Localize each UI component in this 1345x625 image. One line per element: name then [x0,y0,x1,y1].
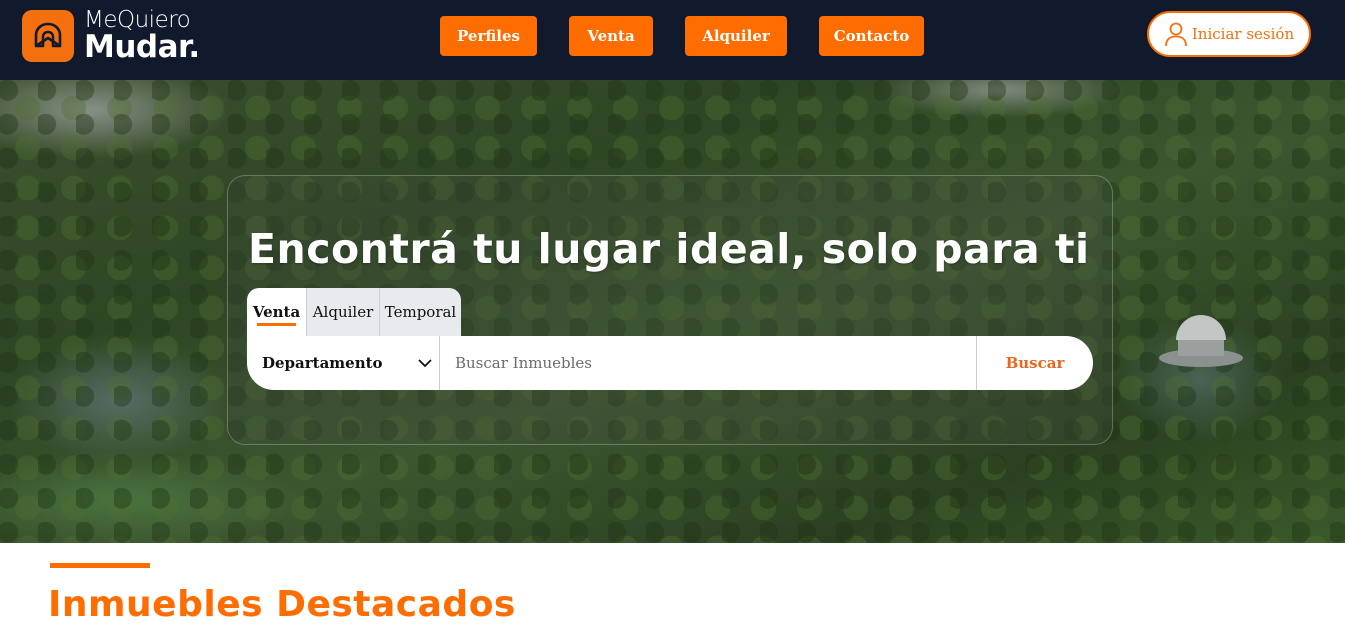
site-header: MeQuiero Mudar. Perfiles Venta Alquiler … [0,0,1345,80]
property-type-select[interactable]: Departamento [247,336,440,390]
logo-text-line2: Mudar. [84,29,200,65]
search-bar: Departamento Buscar [247,336,1093,390]
logo[interactable]: MeQuiero Mudar. [22,9,200,63]
section-accent-line [50,563,150,568]
chevron-down-icon [418,359,432,368]
login-button[interactable]: Iniciar sesión [1147,11,1311,57]
nav-alquiler-button[interactable]: Alquiler [685,16,787,56]
featured-section-title: Inmuebles Destacados [48,584,516,625]
search-button[interactable]: Buscar [976,336,1093,390]
hero-title: Encontrá tu lugar ideal, solo para ti [248,225,1090,273]
property-type-value: Departamento [262,354,383,372]
nav-venta-button[interactable]: Venta [569,16,653,56]
search-input[interactable] [440,336,976,390]
planetarium-image [1159,315,1243,367]
tab-alquiler[interactable]: Alquiler [306,288,379,336]
tab-temporal[interactable]: Temporal [379,288,461,336]
nav-contacto-button[interactable]: Contacto [819,16,924,56]
tab-venta[interactable]: Venta [247,288,306,336]
logo-icon [22,10,74,62]
login-label: Iniciar sesión [1191,25,1295,43]
user-icon [1164,22,1187,47]
nav-perfiles-button[interactable]: Perfiles [440,16,537,56]
operation-tabs: Venta Alquiler Temporal [247,288,461,336]
